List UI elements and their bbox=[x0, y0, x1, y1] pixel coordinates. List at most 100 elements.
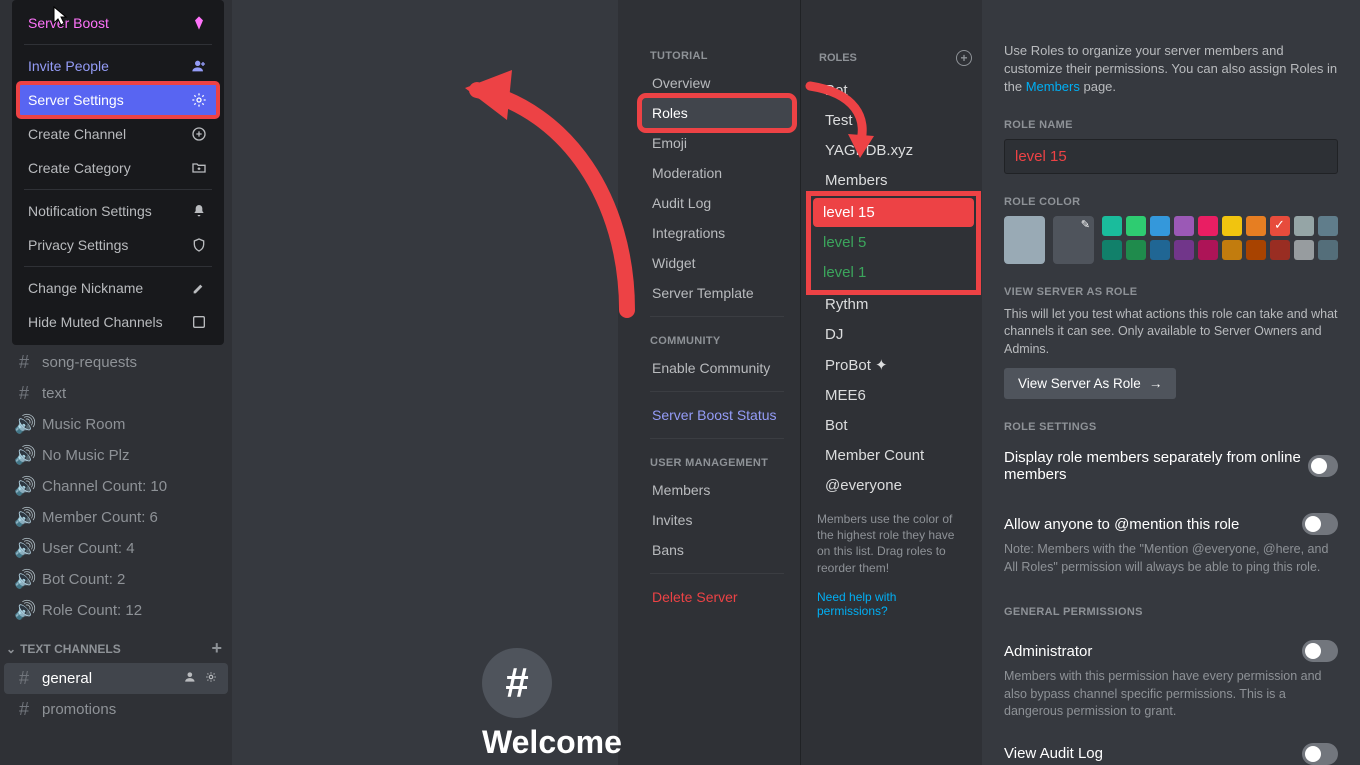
role-item[interactable]: ProBot ✦ bbox=[815, 350, 972, 380]
ctx-hide-muted[interactable]: Hide Muted Channels bbox=[18, 305, 218, 339]
channel-item[interactable]: #promotions bbox=[4, 694, 228, 725]
role-item[interactable]: Members bbox=[815, 166, 972, 195]
pencil-icon bbox=[190, 279, 208, 297]
role-name-input[interactable] bbox=[1004, 139, 1338, 174]
ctx-server-boost[interactable]: Server Boost bbox=[18, 6, 218, 40]
nav-moderation[interactable]: Moderation bbox=[642, 158, 792, 188]
channel-name: User Count: 4 bbox=[42, 540, 135, 557]
ctx-label: Invite People bbox=[28, 58, 109, 74]
color-swatch[interactable] bbox=[1150, 240, 1170, 260]
perm-view-audit-log: View Audit Log bbox=[1004, 745, 1103, 762]
color-swatch[interactable] bbox=[1174, 216, 1194, 236]
roles-help-link[interactable]: Need help with permissions? bbox=[815, 586, 972, 622]
role-item[interactable]: YAGPDB.xyz bbox=[815, 136, 972, 165]
role-item-level1[interactable]: level 1 bbox=[813, 258, 974, 287]
ctx-invite-people[interactable]: Invite People bbox=[18, 49, 218, 83]
ctx-create-category[interactable]: Create Category bbox=[18, 151, 218, 185]
ctx-privacy-settings[interactable]: Privacy Settings bbox=[18, 228, 218, 262]
default-color-swatch[interactable] bbox=[1004, 216, 1045, 264]
color-swatch[interactable] bbox=[1198, 240, 1218, 260]
nav-audit-log[interactable]: Audit Log bbox=[642, 188, 792, 218]
role-item-level5[interactable]: level 5 bbox=[813, 228, 974, 257]
ctx-change-nickname[interactable]: Change Nickname bbox=[18, 271, 218, 305]
channel-item[interactable]: 🔊No Music Plz bbox=[4, 440, 228, 471]
color-swatch[interactable] bbox=[1174, 240, 1194, 260]
view-server-as-role-button[interactable]: View Server As Role → bbox=[1004, 368, 1176, 399]
custom-color-swatch[interactable]: ✎ bbox=[1053, 216, 1094, 264]
role-label: ProBot bbox=[825, 357, 871, 374]
channel-item[interactable]: 🔊Member Count: 6 bbox=[4, 502, 228, 533]
view-as-role-description: This will let you test what actions this… bbox=[1004, 306, 1338, 359]
ctx-create-channel[interactable]: Create Channel bbox=[18, 117, 218, 151]
color-swatch[interactable] bbox=[1294, 240, 1314, 260]
role-name-label: ROLE NAME bbox=[1004, 119, 1338, 131]
channel-name: Bot Count: 2 bbox=[42, 571, 125, 588]
color-swatch[interactable] bbox=[1126, 240, 1146, 260]
role-item-everyone[interactable]: @everyone bbox=[815, 471, 972, 500]
hash-icon: # bbox=[14, 699, 34, 720]
role-item[interactable]: Bot bbox=[815, 76, 972, 105]
color-swatch[interactable] bbox=[1222, 240, 1242, 260]
gear-icon[interactable] bbox=[204, 670, 218, 688]
nav-integrations[interactable]: Integrations bbox=[642, 218, 792, 248]
nav-delete-server[interactable]: Delete Server bbox=[642, 582, 792, 612]
color-swatch[interactable] bbox=[1102, 216, 1122, 236]
nav-bans[interactable]: Bans bbox=[642, 535, 792, 565]
channel-item[interactable]: #text bbox=[4, 378, 228, 409]
role-item[interactable]: Rythm bbox=[815, 290, 972, 319]
ctx-server-settings[interactable]: Server Settings bbox=[18, 83, 218, 117]
channel-item[interactable]: 🔊Channel Count: 10 bbox=[4, 471, 228, 502]
checkbox-empty-icon bbox=[190, 313, 208, 331]
color-swatch[interactable] bbox=[1318, 216, 1338, 236]
toggle-view-audit-log[interactable] bbox=[1302, 743, 1338, 765]
channel-item[interactable]: 🔊Music Room bbox=[4, 409, 228, 440]
channel-item[interactable]: #song-requests bbox=[4, 347, 228, 378]
role-item[interactable]: Test bbox=[815, 106, 972, 135]
roles-intro-text: Use Roles to organize your server member… bbox=[1004, 42, 1338, 97]
separator bbox=[24, 266, 212, 267]
nav-overview[interactable]: Overview bbox=[642, 68, 792, 98]
role-item-level15[interactable]: level 15 bbox=[813, 198, 974, 227]
nav-enable-community[interactable]: Enable Community bbox=[642, 353, 792, 383]
nav-roles[interactable]: Roles bbox=[642, 98, 792, 128]
role-item[interactable]: MEE6 bbox=[815, 381, 972, 410]
hash-icon: # bbox=[14, 383, 34, 404]
add-channel-icon[interactable]: + bbox=[211, 638, 222, 659]
nav-widget[interactable]: Widget bbox=[642, 248, 792, 278]
invite-icon[interactable] bbox=[184, 670, 198, 688]
channel-item[interactable]: 🔊Role Count: 12 bbox=[4, 595, 228, 626]
add-role-icon[interactable]: + bbox=[956, 50, 972, 66]
toggle-display-separately[interactable] bbox=[1308, 455, 1338, 477]
members-link[interactable]: Members bbox=[1026, 79, 1080, 94]
welcome-heading: Welcome to #general! bbox=[482, 724, 624, 765]
role-item[interactable]: Member Count bbox=[815, 441, 972, 470]
separator bbox=[24, 189, 212, 190]
channel-item-general[interactable]: # general bbox=[4, 663, 228, 694]
nav-invites[interactable]: Invites bbox=[642, 505, 792, 535]
role-item[interactable]: DJ bbox=[815, 320, 972, 349]
color-swatch[interactable] bbox=[1246, 240, 1266, 260]
channel-item[interactable]: 🔊Bot Count: 2 bbox=[4, 564, 228, 595]
color-swatch[interactable] bbox=[1246, 216, 1266, 236]
color-swatch[interactable] bbox=[1318, 240, 1338, 260]
channel-item[interactable]: 🔊User Count: 4 bbox=[4, 533, 228, 564]
color-swatch[interactable] bbox=[1102, 240, 1122, 260]
ctx-notification-settings[interactable]: Notification Settings bbox=[18, 194, 218, 228]
nav-members[interactable]: Members bbox=[642, 475, 792, 505]
nav-boost-status[interactable]: Server Boost Status bbox=[642, 400, 792, 430]
color-swatch[interactable] bbox=[1270, 216, 1290, 236]
folder-plus-icon bbox=[190, 159, 208, 177]
nav-server-template[interactable]: Server Template bbox=[642, 278, 792, 308]
color-swatch[interactable] bbox=[1222, 216, 1242, 236]
nav-emoji[interactable]: Emoji bbox=[642, 128, 792, 158]
category-header[interactable]: ⌄ TEXT CHANNELS + bbox=[4, 626, 228, 663]
color-swatch[interactable] bbox=[1150, 216, 1170, 236]
allow-mention-note: Note: Members with the "Mention @everyon… bbox=[1004, 541, 1338, 576]
color-swatch[interactable] bbox=[1126, 216, 1146, 236]
color-swatch[interactable] bbox=[1198, 216, 1218, 236]
toggle-administrator[interactable] bbox=[1302, 640, 1338, 662]
role-item[interactable]: Bot bbox=[815, 411, 972, 440]
color-swatch[interactable] bbox=[1294, 216, 1314, 236]
color-swatch[interactable] bbox=[1270, 240, 1290, 260]
toggle-allow-mention[interactable] bbox=[1302, 513, 1338, 535]
